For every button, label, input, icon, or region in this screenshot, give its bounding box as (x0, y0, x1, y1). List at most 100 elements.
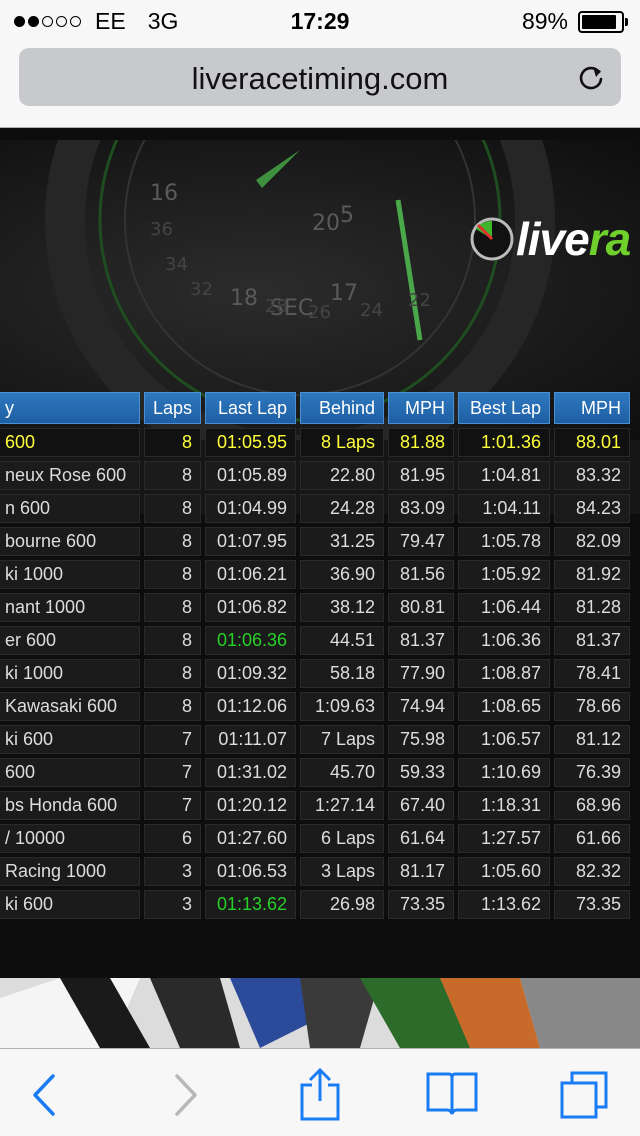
laps-cell: 8 (144, 659, 202, 688)
table-row[interactable]: er 600 8 01:06.36 44.51 81.37 1:06.36 81.37 (0, 626, 631, 655)
best-mph-cell: 82.32 (554, 857, 631, 886)
svg-text:24: 24 (360, 300, 383, 321)
col-header-best-mph[interactable]: MPH (554, 392, 631, 424)
laps-cell: 8 (144, 692, 202, 721)
reload-icon[interactable] (577, 63, 605, 91)
mph-cell: 74.94 (388, 692, 455, 721)
behind-cell: 44.51 (300, 626, 385, 655)
mph-cell: 81.37 (388, 626, 455, 655)
last-lap-cell: 01:04.99 (205, 494, 297, 523)
behind-cell: 38.12 (300, 593, 385, 622)
best-lap-cell: 1:05.78 (458, 527, 551, 556)
rider-name-cell: ki 600 (0, 725, 140, 754)
last-lap-cell: 01:12.06 (205, 692, 297, 721)
best-mph-cell: 82.09 (554, 527, 631, 556)
col-header-name[interactable]: y (0, 392, 140, 424)
svg-text:36: 36 (150, 219, 173, 240)
mph-cell: 79.47 (388, 527, 455, 556)
table-row[interactable]: neux Rose 600 8 01:05.89 22.80 81.95 1:04.81 8… (0, 461, 631, 490)
share-icon (300, 1067, 340, 1121)
svg-text:26: 26 (308, 302, 331, 323)
last-lap-cell: 01:05.89 (205, 461, 297, 490)
battery-fill (582, 14, 616, 29)
best-mph-cell: 81.12 (554, 725, 631, 754)
address-bar[interactable]: liveracetiming.com (19, 48, 621, 106)
last-lap-cell: 01:06.53 (205, 857, 297, 886)
best-lap-cell: 1:08.87 (458, 659, 551, 688)
last-lap-cell: 01:07.95 (205, 527, 297, 556)
svg-text:5: 5 (340, 203, 354, 228)
table-row[interactable]: bs Honda 600 7 01:20.12 1:27.14 67.40 1:18.31… (0, 791, 631, 820)
rider-name-cell: neux Rose 600 (0, 461, 140, 490)
timing-table: y Laps Last Lap Behind MPH Best Lap MPH … (0, 388, 634, 923)
laps-cell: 3 (144, 857, 202, 886)
promo-image[interactable] (0, 978, 640, 1048)
best-mph-cell: 61.66 (554, 824, 631, 853)
col-header-laps[interactable]: Laps (144, 392, 202, 424)
table-row[interactable]: nant 1000 8 01:06.82 38.12 80.81 1:06.44 81.28 (0, 593, 631, 622)
rider-name-cell: n 600 (0, 494, 140, 523)
mph-cell: 77.90 (388, 659, 455, 688)
behind-cell: 7 Laps (300, 725, 385, 754)
table-row[interactable]: / 10000 6 01:27.60 6 Laps 61.64 1:27.57 61.66 (0, 824, 631, 853)
rider-name-cell: Kawasaki 600 (0, 692, 140, 721)
browser-toolbar (0, 1048, 640, 1136)
status-right: 89% (522, 8, 628, 35)
forward-icon (175, 1074, 197, 1116)
url-text[interactable]: liveracetiming.com (19, 61, 621, 97)
table-row[interactable]: 600 8 01:05.95 8 Laps 81.88 1:01.36 88.01 (0, 428, 631, 457)
behind-cell: 3 Laps (300, 857, 385, 886)
best-lap-cell: 1:06.44 (458, 593, 551, 622)
behind-cell: 31.25 (300, 527, 385, 556)
last-lap-cell: 01:20.12 (205, 791, 297, 820)
table-row[interactable]: n 600 8 01:04.99 24.28 83.09 1:04.11 84.23 (0, 494, 631, 523)
table-row[interactable]: ki 600 7 01:11.07 7 Laps 75.98 1:06.57 81.12 (0, 725, 631, 754)
table-row[interactable]: ki 1000 8 01:09.32 58.18 77.90 1:08.87 78.41 (0, 659, 631, 688)
behind-cell: 8 Laps (300, 428, 385, 457)
col-header-best-lap[interactable]: Best Lap (458, 392, 551, 424)
table-row[interactable]: Racing 1000 3 01:06.53 3 Laps 81.17 1:05.60 82… (0, 857, 631, 886)
laps-cell: 7 (144, 725, 202, 754)
rider-name-cell: ki 600 (0, 890, 140, 919)
timing-table-wrapper[interactable]: y Laps Last Lap Behind MPH Best Lap MPH … (0, 388, 634, 923)
best-mph-cell: 68.96 (554, 791, 631, 820)
best-mph-cell: 83.32 (554, 461, 631, 490)
back-icon (33, 1074, 55, 1116)
svg-text:34: 34 (165, 254, 188, 275)
liveracetiming-logo[interactable]: livera (468, 212, 631, 266)
behind-cell: 22.80 (300, 461, 385, 490)
best-lap-cell: 1:10.69 (458, 758, 551, 787)
laps-cell: 8 (144, 560, 202, 589)
svg-text:20: 20 (312, 211, 340, 236)
col-header-behind[interactable]: Behind (300, 392, 385, 424)
battery-icon (578, 10, 628, 33)
best-mph-cell: 78.66 (554, 692, 631, 721)
laps-cell: 7 (144, 791, 202, 820)
behind-cell: 58.18 (300, 659, 385, 688)
last-lap-cell: 01:06.21 (205, 560, 297, 589)
table-row[interactable]: ki 600 3 01:13.62 26.98 73.35 1:13.62 73.35 (0, 890, 631, 919)
laps-cell: 8 (144, 494, 202, 523)
best-mph-cell: 81.37 (554, 626, 631, 655)
col-header-mph[interactable]: MPH (388, 392, 455, 424)
best-lap-cell: 1:05.92 (458, 560, 551, 589)
forward-button[interactable] (158, 1067, 214, 1123)
table-row[interactable]: Kawasaki 600 8 01:12.06 1:09.63 74.94 1:08.65… (0, 692, 631, 721)
svg-text:17: 17 (330, 281, 358, 306)
rider-name-cell: 600 (0, 758, 140, 787)
table-row[interactable]: 600 7 01:31.02 45.70 59.33 1:10.69 76.39 (0, 758, 631, 787)
table-row[interactable]: bourne 600 8 01:07.95 31.25 79.47 1:05.78 82.0… (0, 527, 631, 556)
mph-cell: 80.81 (388, 593, 455, 622)
best-mph-cell: 88.01 (554, 428, 631, 457)
last-lap-cell: 01:27.60 (205, 824, 297, 853)
mph-cell: 81.56 (388, 560, 455, 589)
table-row[interactable]: ki 1000 8 01:06.21 36.90 81.56 1:05.92 81.92 (0, 560, 631, 589)
col-header-last-lap[interactable]: Last Lap (205, 392, 297, 424)
share-button[interactable] (292, 1067, 348, 1123)
bookmarks-button[interactable] (424, 1067, 480, 1123)
tabs-button[interactable] (556, 1067, 612, 1123)
best-mph-cell: 76.39 (554, 758, 631, 787)
back-button[interactable] (16, 1067, 72, 1123)
web-page: 18 17 5 20 16 SEC 28 26 24 22 36 34 32 livera (0, 128, 640, 1048)
behind-cell: 26.98 (300, 890, 385, 919)
